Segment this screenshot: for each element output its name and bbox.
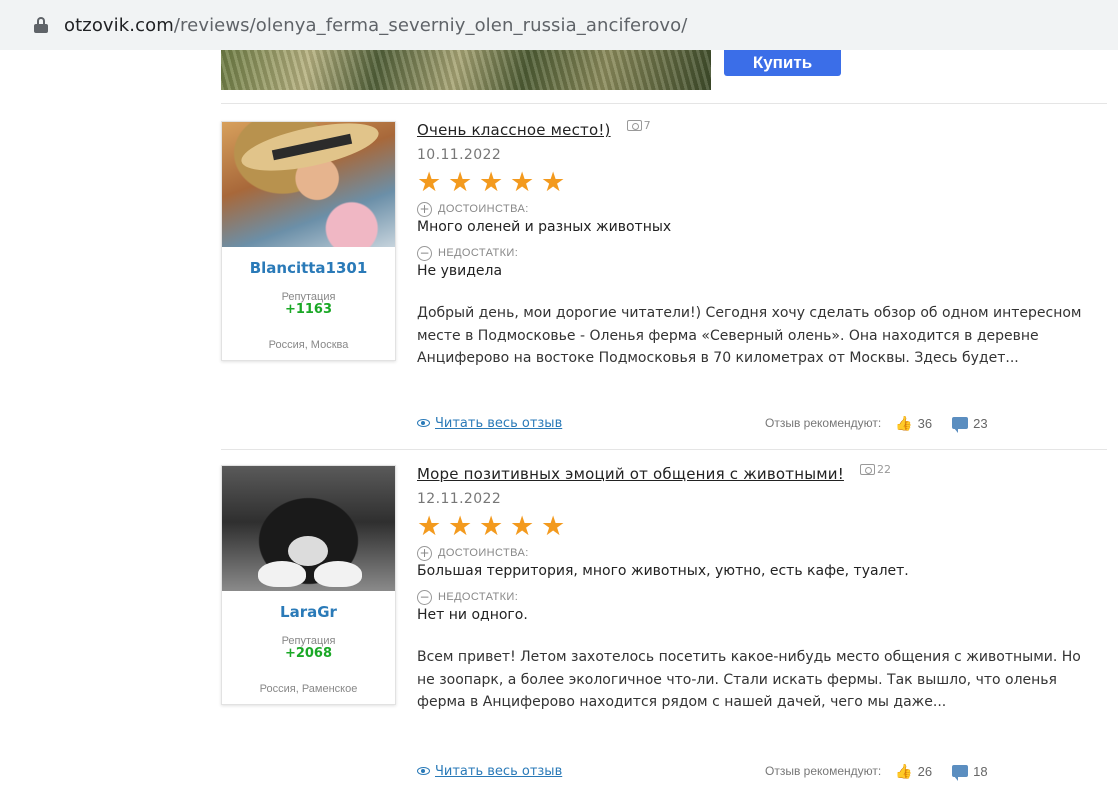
eye-icon — [417, 419, 430, 427]
star-icon: ★ — [510, 167, 535, 198]
star-icon: ★ — [448, 511, 473, 542]
avatar[interactable] — [222, 122, 395, 247]
plus-icon: + — [417, 201, 432, 217]
star-icon: ★ — [448, 167, 473, 198]
photo-count[interactable]: 7 — [626, 119, 651, 132]
minus-icon: − — [417, 589, 432, 605]
reputation-value: +2068 — [284, 646, 333, 661]
likes-count: 26 — [917, 763, 933, 779]
username-link[interactable]: LaraGr — [222, 603, 395, 621]
pros-label: ДОСТОИНСТВА: — [438, 203, 529, 215]
comments-count: 23 — [973, 415, 988, 431]
camera-icon — [626, 120, 642, 131]
product-banner-image — [221, 50, 711, 90]
user-location: Россия, Москва — [268, 339, 349, 351]
minus-icon: − — [417, 245, 432, 261]
review-footer: Читать весь отзыв Отзыв рекомендуют: 👍 3… — [417, 413, 1107, 433]
pros-text: Большая территория, много животных, уютн… — [417, 563, 909, 579]
star-icon: ★ — [541, 511, 566, 542]
user-card: Blancitta1301 Репутация +1163 Россия, Мо… — [221, 121, 396, 361]
review-content: Море позитивных эмоций от общения с живо… — [417, 463, 1107, 781]
cons-text: Не увидела — [417, 263, 503, 279]
star-icon: ★ — [417, 167, 442, 198]
camera-icon — [859, 464, 875, 475]
comment-icon[interactable] — [952, 417, 969, 433]
url-text[interactable]: otzovik.com/reviews/olenya_ferma_severni… — [64, 15, 687, 36]
star-icon: ★ — [541, 167, 566, 198]
cons-label: НЕДОСТАТКИ: — [438, 591, 519, 603]
read-full-review-link[interactable]: Читать весь отзыв — [417, 416, 562, 431]
url-bar[interactable]: otzovik.com/reviews/olenya_ferma_severni… — [0, 3, 1100, 47]
recommend-label: Отзыв рекомендуют: — [765, 764, 882, 778]
review-content: Очень классное место!) 7 10.11.2022 ★ ★ ★ ★… — [417, 119, 1107, 433]
buy-button[interactable]: Купить — [724, 50, 841, 76]
lock-icon[interactable] — [34, 17, 48, 33]
url-host: otzovik.com — [64, 14, 174, 36]
review-date: 12.11.2022 — [417, 491, 502, 507]
review-card: Blancitta1301 Репутация +1163 Россия, Мо… — [221, 119, 1107, 461]
photo-count-value: 22 — [876, 463, 891, 476]
recommend-label: Отзыв рекомендуют: — [765, 416, 882, 430]
read-more-label: Читать весь отзыв — [435, 763, 563, 779]
cons-label: НЕДОСТАТКИ: — [438, 247, 519, 259]
photo-count[interactable]: 22 — [859, 463, 891, 476]
pros-label: ДОСТОИНСТВА: — [438, 547, 529, 559]
browser-address-bar: otzovik.com/reviews/olenya_ferma_severni… — [0, 0, 1118, 50]
cons-text: Нет ни одного. — [417, 607, 528, 623]
eye-icon — [417, 767, 430, 775]
star-icon: ★ — [479, 511, 504, 542]
review-footer: Читать весь отзыв Отзыв рекомендуют: 👍 2… — [417, 761, 1107, 781]
review-card: LaraGr Репутация +2068 Россия, Раменское… — [221, 463, 1107, 787]
plus-icon: + — [417, 545, 432, 561]
star-icon: ★ — [510, 511, 535, 542]
divider — [221, 449, 1107, 450]
user-card: LaraGr Репутация +2068 Россия, Раменское — [221, 465, 396, 705]
star-rating: ★ ★ ★ ★ ★ — [417, 167, 1107, 198]
user-location: Россия, Раменское — [259, 683, 358, 695]
comments-count: 18 — [973, 763, 988, 779]
username-link[interactable]: Blancitta1301 — [222, 259, 395, 277]
star-rating: ★ ★ ★ ★ ★ — [417, 511, 1107, 542]
comment-icon[interactable] — [952, 765, 969, 781]
review-title-link[interactable]: Море позитивных эмоций от общения с живо… — [417, 465, 844, 483]
pros-text: Много оленей и разных животных — [417, 219, 672, 235]
divider — [221, 103, 1107, 104]
review-date: 10.11.2022 — [417, 147, 502, 163]
avatar[interactable] — [222, 466, 395, 591]
url-path: /reviews/olenya_ferma_severniy_olen_russ… — [173, 14, 688, 36]
recommendations: Отзыв рекомендуют: 👍 36 23 — [765, 415, 988, 433]
review-title-link[interactable]: Очень классное место!) — [417, 121, 611, 139]
review-excerpt: Всем привет! Летом захотелось посетить к… — [417, 649, 1081, 710]
likes-count: 36 — [917, 415, 933, 431]
review-excerpt: Добрый день, мои дорогие читатели!) Сего… — [417, 305, 1082, 366]
star-icon: ★ — [417, 511, 442, 542]
reputation-value: +1163 — [284, 302, 333, 317]
photo-count-value: 7 — [643, 119, 651, 132]
thumbs-up-icon[interactable]: 👍 — [895, 763, 912, 780]
read-full-review-link[interactable]: Читать весь отзыв — [417, 764, 562, 779]
read-more-label: Читать весь отзыв — [435, 415, 563, 431]
thumbs-up-icon[interactable]: 👍 — [895, 415, 912, 432]
recommendations: Отзыв рекомендуют: 👍 26 18 — [765, 763, 988, 781]
star-icon: ★ — [479, 167, 504, 198]
